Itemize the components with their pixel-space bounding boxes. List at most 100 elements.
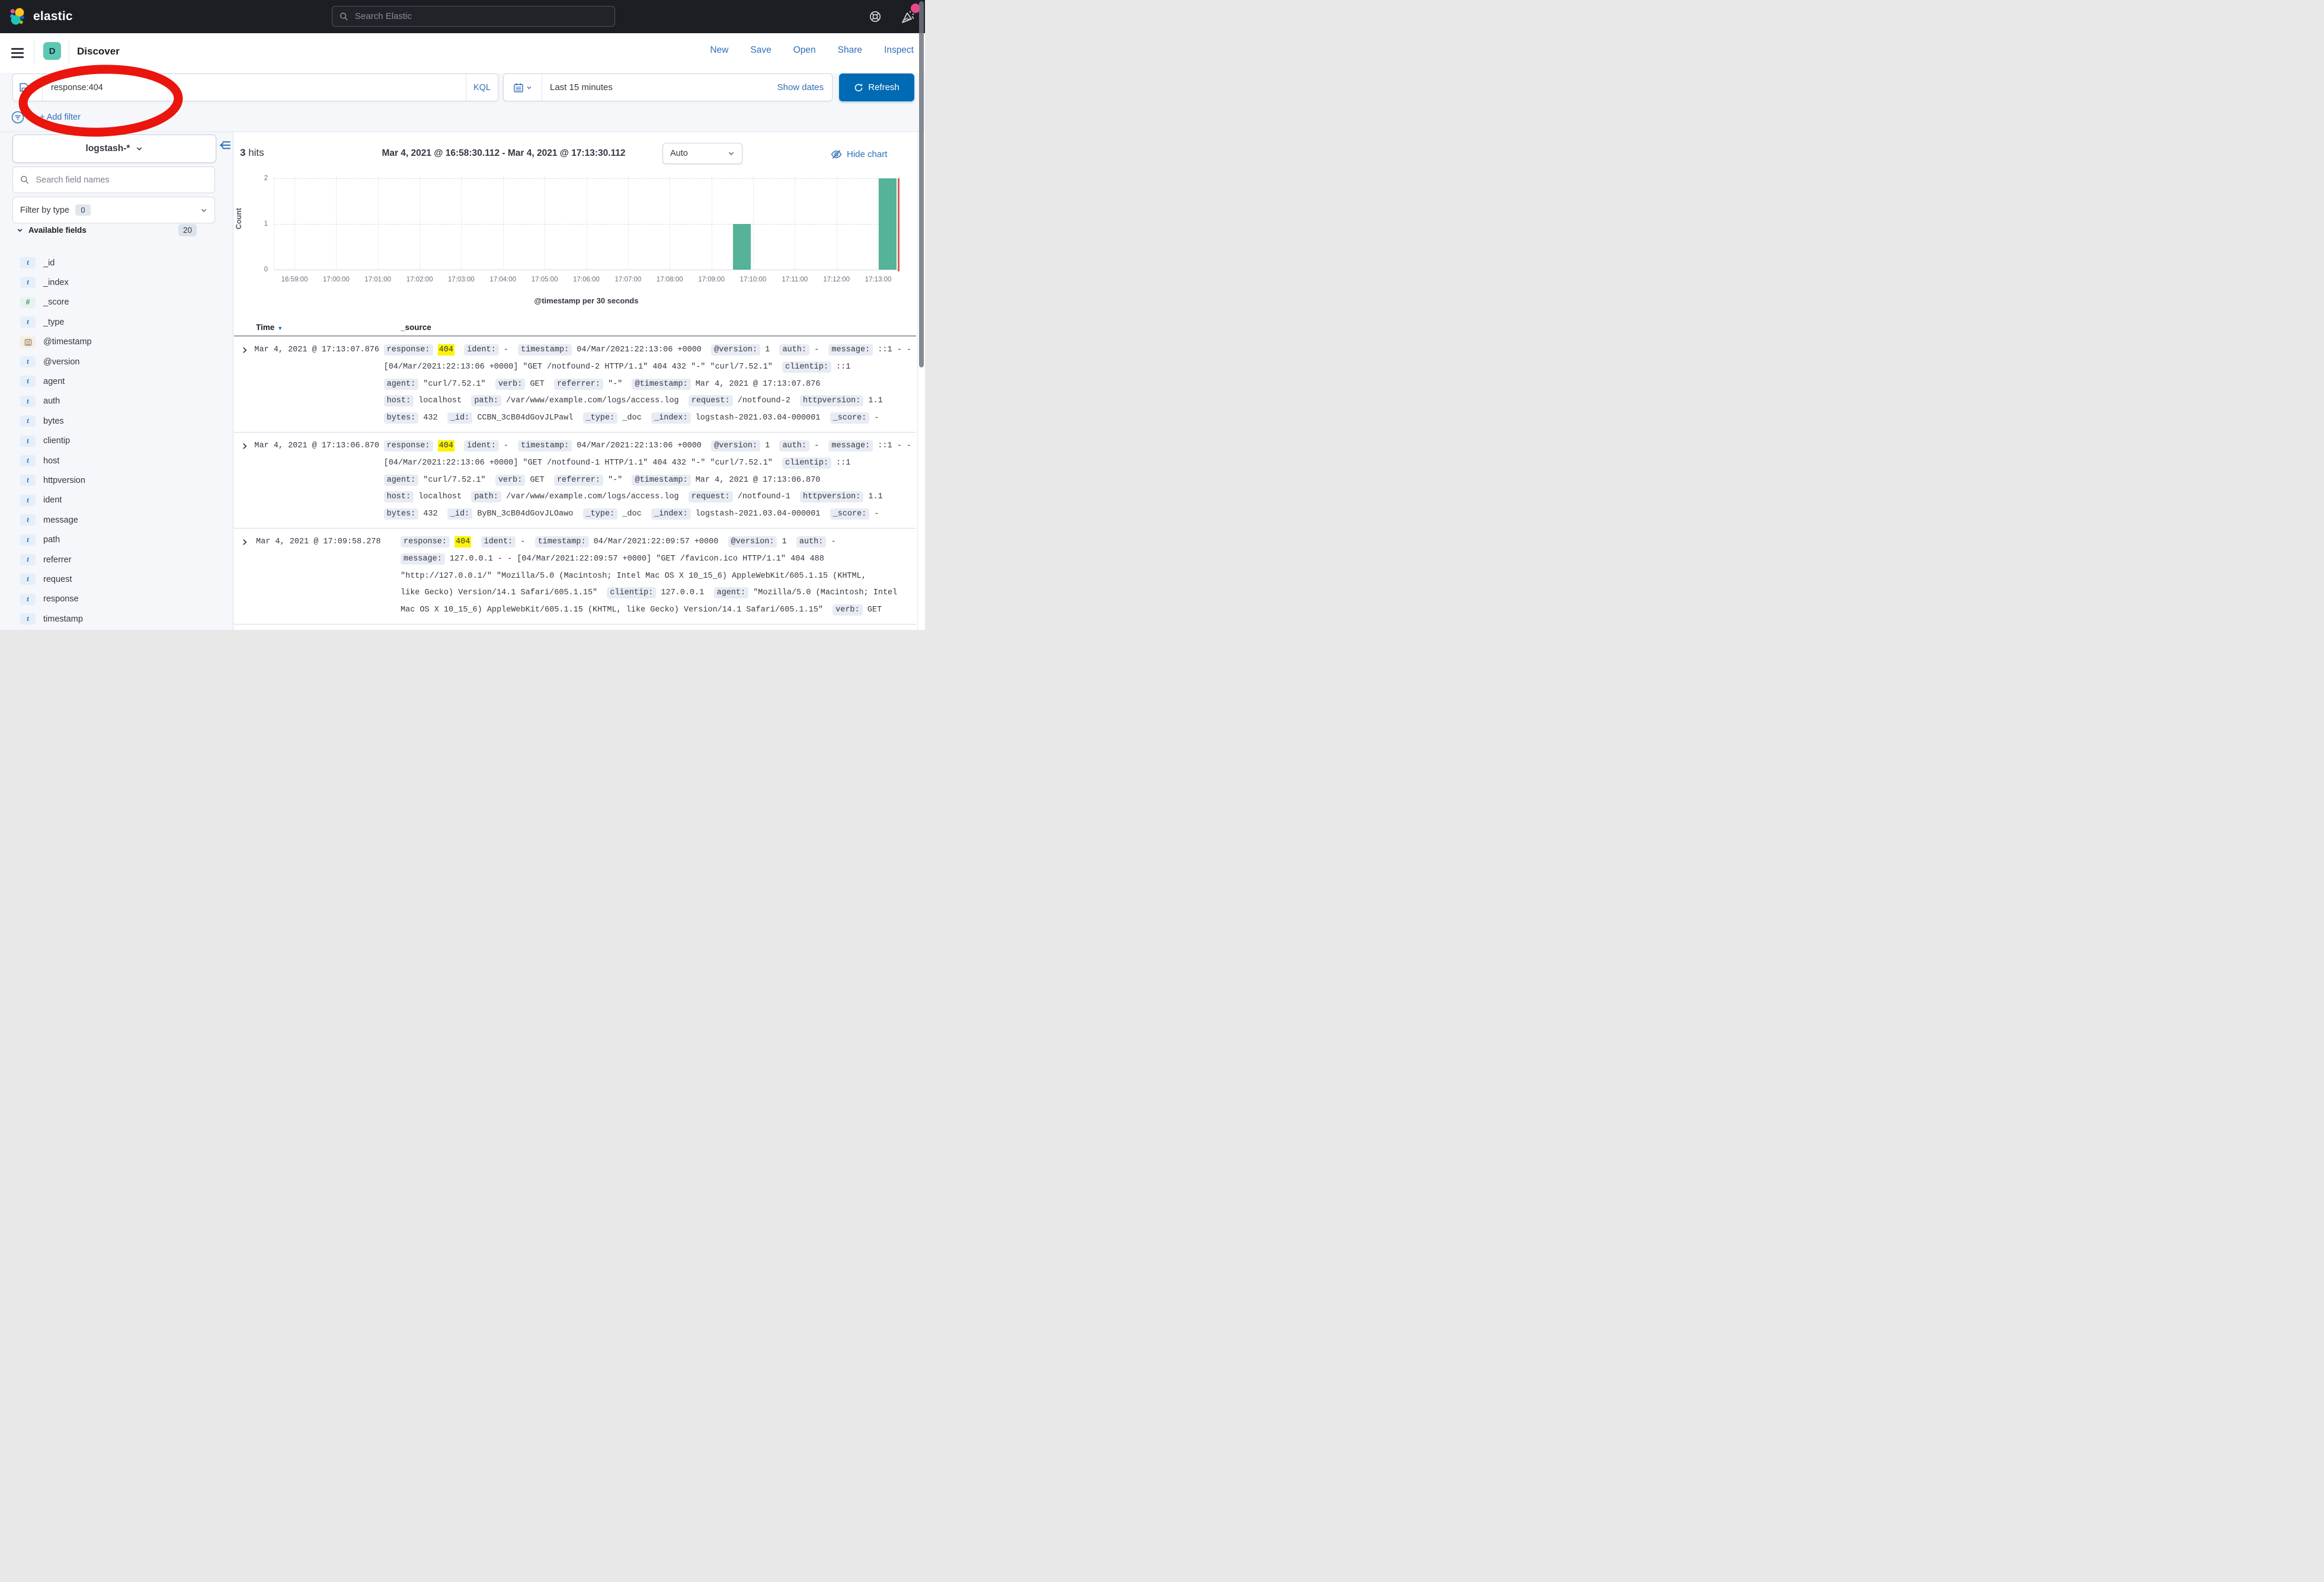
field-item-_score[interactable]: # _score: [0, 293, 233, 312]
field-name: bytes: [43, 417, 64, 426]
global-search-input[interactable]: [354, 11, 607, 22]
saved-query-menu-button[interactable]: [13, 74, 43, 101]
field-item-response[interactable]: tresponse: [0, 590, 233, 609]
field-name: request: [43, 575, 72, 584]
source-text: 127.0.0.1 - - [04/Mar/2021:22:09:57 +000…: [445, 555, 824, 563]
menu-hamburger-icon[interactable]: [11, 48, 24, 60]
help-icon[interactable]: [869, 10, 882, 23]
table-row[interactable]: Mar 4, 2021 @ 17:13:06.870response: 404 …: [234, 433, 916, 529]
field-badge: clientip:: [607, 587, 656, 598]
source-text: GET: [525, 476, 554, 485]
field-item-timestamp[interactable]: ttimestamp: [0, 609, 233, 629]
field-badge: _id:: [447, 508, 472, 520]
field-item-_id[interactable]: t_id: [0, 253, 233, 273]
refresh-button[interactable]: Refresh: [839, 73, 914, 101]
source-line: Mac OS X 10_15_6) AppleWebKit/605.1.15 (…: [401, 602, 911, 619]
field-name: httpversion: [43, 476, 85, 485]
x-tick-label: 17:08:00: [649, 276, 690, 283]
filter-icon[interactable]: [11, 110, 25, 124]
source-text: -: [809, 345, 828, 354]
field-item-referrer[interactable]: treferrer: [0, 550, 233, 569]
action-open[interactable]: Open: [793, 45, 816, 56]
field-badge: _index:: [651, 412, 691, 424]
gridline: [274, 224, 899, 225]
field-type-string-icon: t: [20, 435, 36, 447]
field-search-input[interactable]: [34, 175, 207, 185]
x-tick-label: 17:10:00: [732, 276, 774, 283]
collapse-sidebar-icon[interactable]: [219, 139, 232, 151]
field-item-request[interactable]: trequest: [0, 569, 233, 589]
elastic-logo[interactable]: elastic: [9, 8, 73, 25]
y-tick-label: 0: [251, 266, 268, 273]
field-type-number-icon: #: [20, 297, 36, 308]
histogram-bar-17:13:00[interactable]: [879, 178, 897, 270]
field-item-@timestamp[interactable]: @timestamp: [0, 332, 233, 352]
field-item-auth[interactable]: tauth: [0, 392, 233, 411]
field-item-host[interactable]: thost: [0, 451, 233, 470]
vertical-scrollbar[interactable]: [919, 1, 924, 367]
column-header-time[interactable]: Time▼: [256, 323, 283, 332]
source-text: 1: [777, 537, 796, 546]
expand-row-icon[interactable]: [234, 342, 254, 427]
field-search[interactable]: [12, 166, 215, 193]
panel-edge: [917, 132, 918, 630]
field-name: clientip: [43, 436, 70, 446]
field-item-_index[interactable]: t_index: [0, 273, 233, 292]
field-item-httpversion[interactable]: thttpversion: [0, 470, 233, 490]
field-type-string-icon: t: [20, 514, 36, 526]
source-line: agent: "curl/7.52.1" verb: GET referrer:…: [384, 472, 911, 489]
expand-row-icon[interactable]: [234, 438, 254, 523]
field-type-string-icon: t: [20, 257, 36, 268]
field-item-bytes[interactable]: tbytes: [0, 411, 233, 431]
source-line: bytes: 432 _id: ByBN_3cB04dGovJLOawo _ty…: [384, 506, 911, 523]
field-badge: @timestamp:: [632, 379, 690, 390]
chart-time-range: Mar 4, 2021 @ 16:58:30.112 - Mar 4, 2021…: [382, 148, 625, 159]
global-search[interactable]: [332, 6, 615, 27]
field-name: _score: [43, 297, 69, 307]
space-avatar[interactable]: D: [43, 42, 61, 60]
show-dates-button[interactable]: Show dates: [777, 82, 832, 92]
kibana-discover-page: elastic D: [0, 0, 925, 630]
field-badge: ident:: [464, 344, 499, 356]
index-pattern-selector[interactable]: logstash-*: [12, 134, 216, 163]
elastic-logo-icon: [9, 8, 27, 25]
field-item-ident[interactable]: tident: [0, 491, 233, 510]
field-badge: @version:: [711, 344, 760, 356]
table-row[interactable]: Mar 4, 2021 @ 17:09:58.278response: 404 …: [234, 529, 916, 625]
sort-desc-icon[interactable]: ▼: [277, 325, 283, 331]
histogram-bar-17:09:30[interactable]: [733, 224, 751, 270]
field-badge: auth:: [779, 344, 809, 356]
source-text: ::1: [831, 363, 850, 372]
query-language-button[interactable]: KQL: [466, 74, 498, 101]
chevron-down-icon: [200, 207, 207, 214]
source-text: 432: [418, 414, 447, 422]
date-quick-menu-button[interactable]: [504, 74, 542, 101]
table-row[interactable]: Mar 4, 2021 @ 17:13:07.876response: 404 …: [234, 337, 916, 433]
time-range-value[interactable]: Last 15 minutes: [542, 82, 777, 92]
field-name: auth: [43, 396, 60, 406]
add-filter-button[interactable]: + Add filter: [40, 113, 81, 122]
field-badge: agent:: [384, 475, 419, 486]
field-item-path[interactable]: tpath: [0, 530, 233, 550]
field-badge: auth:: [796, 536, 827, 547]
action-share[interactable]: Share: [838, 45, 862, 56]
field-item-message[interactable]: tmessage: [0, 510, 233, 530]
filter-by-type-select[interactable]: Filter by type 0: [12, 197, 215, 223]
expand-row-icon[interactable]: [234, 534, 256, 619]
action-new[interactable]: New: [710, 45, 728, 56]
field-name: _type: [43, 318, 64, 327]
action-save[interactable]: Save: [750, 45, 771, 56]
field-item-@version[interactable]: t@version: [0, 352, 233, 372]
action-inspect[interactable]: Inspect: [884, 45, 914, 56]
field-badge: host:: [384, 395, 414, 406]
available-fields-header[interactable]: Available fields 20: [17, 226, 215, 235]
field-item-_type[interactable]: t_type: [0, 312, 233, 332]
query-input[interactable]: [43, 83, 466, 92]
field-item-agent[interactable]: tagent: [0, 372, 233, 391]
field-item-clientip[interactable]: t clientip: [0, 431, 233, 451]
interval-select[interactable]: Auto: [662, 143, 742, 164]
field-badge: response:: [401, 536, 450, 547]
source-text: [454, 441, 464, 450]
field-name: ident: [43, 495, 62, 505]
hide-chart-button[interactable]: Hide chart: [831, 149, 887, 160]
